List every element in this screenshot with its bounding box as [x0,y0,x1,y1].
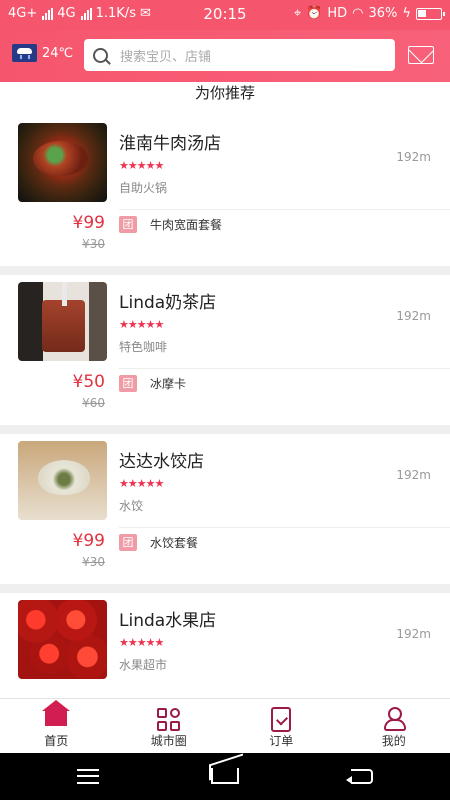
bottom-tab-bar: 首页 城市圈 订单 我的 [0,698,450,753]
wifi-icon: ◠ [352,6,364,21]
store-card[interactable]: 淮南牛肉汤店 ★★★★★ 自助火锅 192m ¥99 ¥30 团 牛肉宽面套餐 [0,116,450,266]
store-category: 自助火锅 [119,181,168,195]
card-gap [0,266,450,275]
tab-label: 我的 [381,734,406,748]
card-divider [119,368,450,369]
tab-label: 城市圈 [150,734,187,748]
store-category: 水饺 [119,499,144,513]
card-divider [119,209,450,210]
home-icon[interactable] [211,768,239,784]
weather-icon [12,44,37,62]
store-category: 水果超市 [119,658,168,672]
city-circle-icon [156,708,181,732]
store-card[interactable]: Linda奶茶店 ★★★★★ 特色咖啡 192m ¥50 ¥60 团 冰摩卡 [0,275,450,425]
store-image[interactable] [18,282,107,361]
hd-label: HD [327,6,348,21]
battery-icon [416,7,445,20]
store-name[interactable]: Linda奶茶店 [119,288,216,313]
store-image[interactable] [18,123,107,202]
card-gap [0,584,450,593]
tab-label: 首页 [44,734,69,748]
tab-profile[interactable]: 我的 [338,699,450,753]
search-placeholder: 搜索宝贝、店铺 [120,49,212,65]
store-image[interactable] [18,441,107,520]
original-price: ¥60 [82,396,105,410]
search-bar[interactable]: 搜索宝贝、店铺 [84,39,395,71]
rating-stars: ★★★★★ [119,318,164,331]
store-distance: 192m [396,150,431,164]
store-distance: 192m [396,309,431,323]
order-icon [271,707,292,732]
tab-city-circle[interactable]: 城市圈 [113,699,226,753]
store-image[interactable] [18,600,107,679]
store-distance: 192m [396,468,431,482]
rating-stars: ★★★★★ [119,159,164,172]
mail-icon[interactable] [408,46,434,64]
deal-name[interactable]: 水饺套餐 [150,534,198,551]
home-icon [42,700,71,726]
group-buy-badge: 团 [119,375,137,392]
deal-price: ¥50 [72,372,105,392]
store-category: 特色咖啡 [119,340,168,354]
tab-label: 订单 [269,734,294,748]
rating-stars: ★★★★★ [119,477,164,490]
group-buy-badge: 团 [119,216,137,233]
alarm-icon: ⏰ [306,6,323,21]
deal-name[interactable]: 冰摩卡 [150,375,186,392]
charging-icon: ϟ [402,6,411,21]
battery-percent: 36% [368,6,398,21]
card-gap [0,425,450,434]
top-header: 24℃ 搜索宝贝、店铺 [0,30,450,82]
profile-icon [382,707,406,732]
store-card[interactable]: Linda水果店 ★★★★★ 水果超市 192m [0,593,450,698]
card-divider [119,527,450,528]
status-bar: 4G+ 4G 1.1K/s ✉ 20:15 ⌖ ⏰ HD ◠ 36% ϟ [0,0,450,30]
status-right: ⌖ ⏰ HD ◠ 36% ϟ [293,6,445,21]
temperature: 24℃ [42,45,74,61]
deal-price: ¥99 [72,213,105,233]
search-icon [93,47,108,63]
weather-widget[interactable]: 24℃ [12,44,73,62]
deal-name[interactable]: 牛肉宽面套餐 [150,216,222,233]
tab-home[interactable]: 首页 [0,699,113,753]
group-buy-badge: 团 [119,534,137,551]
store-distance: 192m [396,627,431,641]
tab-orders[interactable]: 订单 [225,699,338,753]
deal-price: ¥99 [72,531,105,551]
location-icon: ⌖ [293,6,302,21]
store-name[interactable]: 达达水饺店 [119,447,204,472]
system-navigation-bar [0,753,450,800]
recommendation-list: 为你推荐 淮南牛肉汤店 ★★★★★ 自助火锅 192m ¥99 ¥30 团 牛肉… [0,82,450,698]
menu-icon[interactable] [77,769,99,784]
rating-stars: ★★★★★ [119,636,164,649]
original-price: ¥30 [82,555,105,569]
store-name[interactable]: Linda水果店 [119,606,216,631]
original-price: ¥30 [82,237,105,251]
section-title: 为你推荐 [194,84,255,102]
store-name[interactable]: 淮南牛肉汤店 [119,129,221,154]
store-card[interactable]: 达达水饺店 ★★★★★ 水饺 192m ¥99 ¥30 团 水饺套餐 [0,434,450,584]
back-icon[interactable] [346,769,373,784]
